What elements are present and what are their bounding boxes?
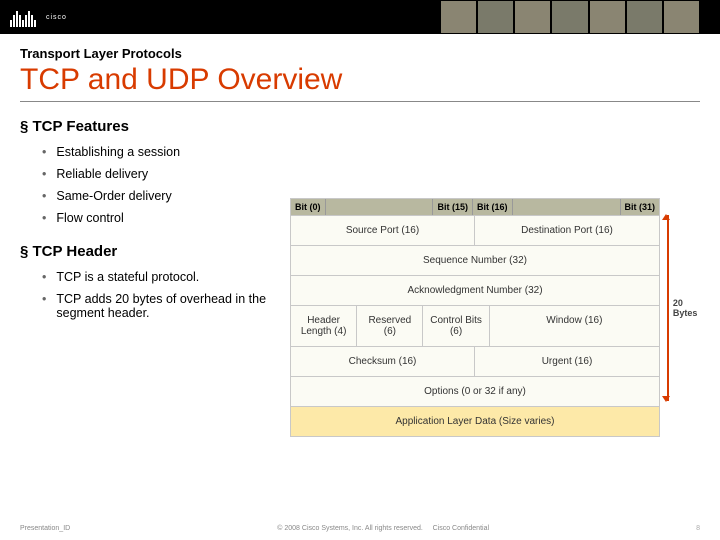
header-row: Acknowledgment Number (32) <box>291 275 659 305</box>
bit-ruler: Bit (0) Bit (15) Bit (16) Bit (31) <box>291 199 659 215</box>
header-row: Options (0 or 32 if any) <box>291 376 659 406</box>
size-bracket: 20 Bytes <box>661 215 709 401</box>
section-heading: TCP Header <box>20 243 290 260</box>
header-field: Checksum (16) <box>291 347 475 376</box>
header-field: Control Bits (6) <box>423 306 489 346</box>
list-item: Flow control <box>42 207 290 229</box>
footer-confidential: Cisco Confidential <box>433 525 489 532</box>
header-field: Reserved (6) <box>357 306 423 346</box>
app-data-row: Application Layer Data (Size varies) <box>291 406 659 436</box>
header-row: Header Length (4)Reserved (6)Control Bit… <box>291 305 659 346</box>
page-number: 8 <box>696 525 700 532</box>
list-item: Same-Order delivery <box>42 185 290 207</box>
header-bar: cisco <box>0 0 720 34</box>
header-field: Header Length (4) <box>291 306 357 346</box>
list-item: Reliable delivery <box>42 163 290 185</box>
header-row: Checksum (16)Urgent (16) <box>291 346 659 376</box>
cisco-logo-icon <box>10 7 36 27</box>
slide-footer: Presentation_ID © 2008 Cisco Systems, In… <box>0 525 720 532</box>
list-item: TCP is a stateful protocol. <box>42 266 290 288</box>
list-item: Establishing a session <box>42 141 290 163</box>
text-column: TCP Features Establishing a session Reli… <box>20 112 290 437</box>
list-item: TCP adds 20 bytes of overhead in the seg… <box>42 288 290 324</box>
feature-list: Establishing a session Reliable delivery… <box>20 141 290 229</box>
section-heading: TCP Features <box>20 118 290 135</box>
header-photo-strip <box>440 0 700 34</box>
header-field: Options (0 or 32 if any) <box>291 377 659 406</box>
logo-text: cisco <box>46 14 67 21</box>
tcp-header-diagram: Bit (0) Bit (15) Bit (16) Bit (31) Sourc… <box>290 198 660 437</box>
footer-left: Presentation_ID <box>20 525 70 532</box>
header-row: Source Port (16)Destination Port (16) <box>291 215 659 245</box>
footer-copyright: © 2008 Cisco Systems, Inc. All rights re… <box>277 525 423 532</box>
slide-content: Transport Layer Protocols TCP and UDP Ov… <box>0 34 720 437</box>
slide-title: TCP and UDP Overview <box>20 63 700 102</box>
slide-kicker: Transport Layer Protocols <box>20 46 700 61</box>
header-field: Urgent (16) <box>475 347 659 376</box>
header-field: Window (16) <box>490 306 659 346</box>
header-field: Source Port (16) <box>291 216 475 245</box>
diagram-column: Bit (0) Bit (15) Bit (16) Bit (31) Sourc… <box>290 112 700 437</box>
header-field: Acknowledgment Number (32) <box>291 276 659 305</box>
header-desc-list: TCP is a stateful protocol. TCP adds 20 … <box>20 266 290 324</box>
header-field: Destination Port (16) <box>475 216 659 245</box>
header-row: Sequence Number (32) <box>291 245 659 275</box>
header-field: Sequence Number (32) <box>291 246 659 275</box>
